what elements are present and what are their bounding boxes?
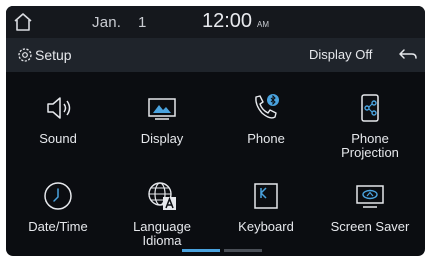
clock-icon [44,182,72,210]
language-globe-icon [148,182,176,210]
setup-screen: Jan. 1 12:00 AM Setup Display Off Sound … [6,6,425,256]
status-time: 12:00 [202,10,253,32]
screen-saver-label: Screen Saver [330,219,410,234]
status-ampm: AM [257,20,269,29]
date-time-label: Date/Time [28,219,88,234]
home-icon[interactable] [11,10,35,34]
page-indicator-active [182,249,220,252]
page-indicator-inactive[interactable] [224,249,262,252]
screen-saver-tile[interactable]: Screen Saver [318,170,422,254]
status-date-month: Jan. [92,14,122,31]
phone-projection-icon [361,94,379,122]
keyboard-label: Keyboard [238,219,294,234]
display-off-button[interactable]: Display Off [309,47,372,62]
display-icon [148,98,176,120]
keyboard-icon [254,183,278,209]
phone-projection-tile[interactable]: Phone Projection [318,82,422,166]
sound-tile[interactable]: Sound [6,82,110,166]
keyboard-tile[interactable]: Keyboard [214,170,318,254]
date-time-tile[interactable]: Date/Time [6,170,110,254]
phone-tile[interactable]: Phone [214,82,318,166]
bluetooth-phone-icon [255,94,279,119]
status-date-day: 1 [138,14,147,31]
back-icon[interactable] [398,47,418,63]
language-tile[interactable]: Language Idioma [110,170,214,254]
phone-label: Phone [247,131,285,146]
status-bar: Jan. 1 12:00 AM [6,6,425,38]
speaker-icon [47,97,71,119]
title-bar: Setup Display Off [6,38,425,72]
gear-icon [18,48,32,62]
display-label: Display [140,131,184,146]
sound-label: Sound [39,131,77,146]
language-label: Language Idioma [133,219,191,248]
phone-projection-label: Phone Projection [341,131,399,160]
display-tile[interactable]: Display [110,82,214,166]
screen-saver-icon [356,185,384,208]
page-title: Setup [35,47,72,63]
